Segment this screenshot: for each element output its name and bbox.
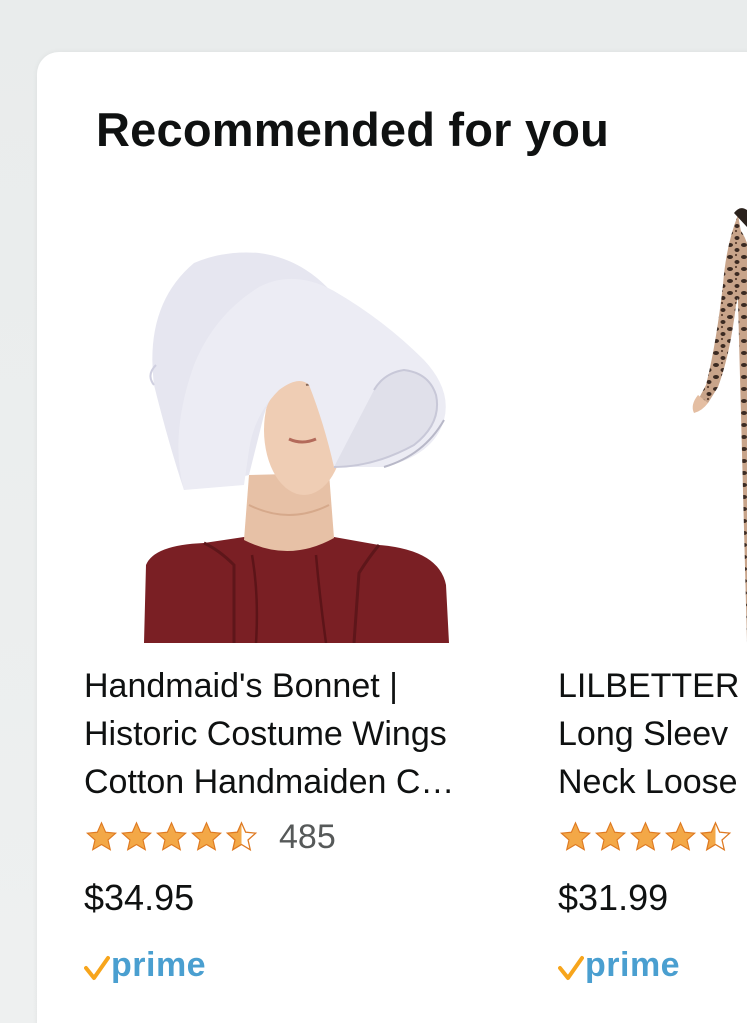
star-half-icon [699, 821, 732, 852]
star-full-icon [155, 821, 188, 851]
product-price: $34.95 [84, 877, 195, 918]
prime-badge: prime [558, 942, 680, 982]
review-count: 485 [279, 817, 336, 856]
rating-row[interactable]: 485 [84, 817, 336, 857]
product-card[interactable]: LILBETTER Long Sleev Neck Loose $31.99 p… [558, 205, 747, 982]
prime-check-icon [84, 956, 110, 980]
recommendations-page: Recommended for you Handmaid's Bonnet | … [0, 0, 747, 1023]
product-card[interactable]: Handmaid's Bonnet | Historic Costume Win… [84, 205, 524, 982]
product-image[interactable] [558, 205, 747, 643]
bonnet-photo-icon [144, 252, 449, 643]
star-full-icon [594, 821, 627, 851]
star-full-icon [120, 821, 153, 851]
section-title: Recommended for you [96, 103, 610, 156]
prime-badge: prime [84, 942, 206, 982]
product-image[interactable] [84, 205, 524, 643]
star-rating [84, 820, 259, 854]
product-price: $31.99 [558, 877, 669, 918]
star-full-icon [629, 821, 662, 851]
leopard-dress-photo-icon [692, 208, 747, 643]
star-full-icon [85, 821, 118, 851]
prime-label: prime [585, 946, 681, 984]
star-full-icon [190, 821, 223, 851]
prime-label: prime [111, 946, 207, 984]
star-half-icon [225, 821, 258, 852]
product-title[interactable]: LILBETTER Long Sleev Neck Loose [558, 662, 747, 806]
rating-row[interactable] [558, 817, 733, 857]
star-full-icon [559, 821, 592, 851]
product-title[interactable]: Handmaid's Bonnet | Historic Costume Win… [84, 662, 524, 806]
star-rating [558, 820, 733, 854]
prime-check-icon [558, 956, 584, 980]
star-full-icon [664, 821, 697, 851]
